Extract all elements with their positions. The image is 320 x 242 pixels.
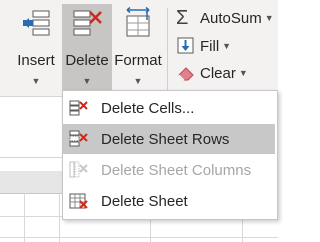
chevron-down-icon: ▼ <box>31 76 41 86</box>
format-cells-icon <box>126 6 150 37</box>
menu-item-delete-sheet-columns[interactable]: Delete Sheet Columns <box>63 155 275 185</box>
insert-cells-icon <box>23 10 50 36</box>
menu-item-delete-cells[interactable]: Delete Cells... <box>63 93 275 123</box>
autosum-label: AutoSum <box>200 9 262 27</box>
delete-dropdown-menu: Delete Cells... Delete Sheet Rows Delete… <box>62 90 278 220</box>
chevron-down-icon: ▼ <box>133 76 143 86</box>
delete-sheet-icon <box>69 193 88 209</box>
menu-item-delete-sheet-rows[interactable]: Delete Sheet Rows <box>63 124 275 154</box>
delete-cells-icon <box>73 10 102 36</box>
group-divider <box>167 8 168 92</box>
delete-label: Delete <box>65 52 109 69</box>
autosum-button[interactable]: Σ AutoSum ▼ <box>176 7 274 29</box>
delete-rows-icon <box>69 130 88 147</box>
format-label: Format <box>114 52 162 69</box>
format-button[interactable]: Format ▼ <box>112 4 164 92</box>
chevron-down-icon: ▼ <box>222 41 232 51</box>
delete-cells-icon <box>69 100 88 116</box>
menu-item-delete-sheet[interactable]: Delete Sheet <box>63 186 275 216</box>
fill-down-icon <box>177 37 194 54</box>
fill-button[interactable]: Fill ▼ <box>176 35 231 57</box>
insert-label: Insert <box>17 52 55 69</box>
row-gridline <box>0 237 278 238</box>
fill-label: Fill <box>200 37 220 55</box>
eraser-icon <box>178 67 194 81</box>
sigma-icon: Σ <box>176 7 189 29</box>
menu-item-label: Delete Sheet <box>101 192 188 210</box>
menu-item-label: Delete Cells... <box>101 99 195 117</box>
delete-button[interactable]: Delete ▼ <box>62 4 112 92</box>
insert-button[interactable]: Insert ▼ <box>10 4 62 92</box>
column-gridline <box>24 193 25 242</box>
delete-columns-icon <box>69 161 88 178</box>
clear-button[interactable]: Clear ▼ <box>176 62 248 84</box>
chevron-down-icon: ▼ <box>82 76 92 86</box>
ribbon-cells-editing-group: Insert ▼ Delete ▼ Format ▼ Σ AutoSum ▼ F… <box>0 0 278 97</box>
clear-label: Clear <box>200 64 236 82</box>
menu-item-label: Delete Sheet Rows <box>101 130 230 148</box>
chevron-down-icon: ▼ <box>238 68 248 78</box>
chevron-down-icon: ▼ <box>264 13 274 23</box>
column-gridline <box>59 193 60 242</box>
menu-item-label: Delete Sheet Columns <box>101 161 252 179</box>
